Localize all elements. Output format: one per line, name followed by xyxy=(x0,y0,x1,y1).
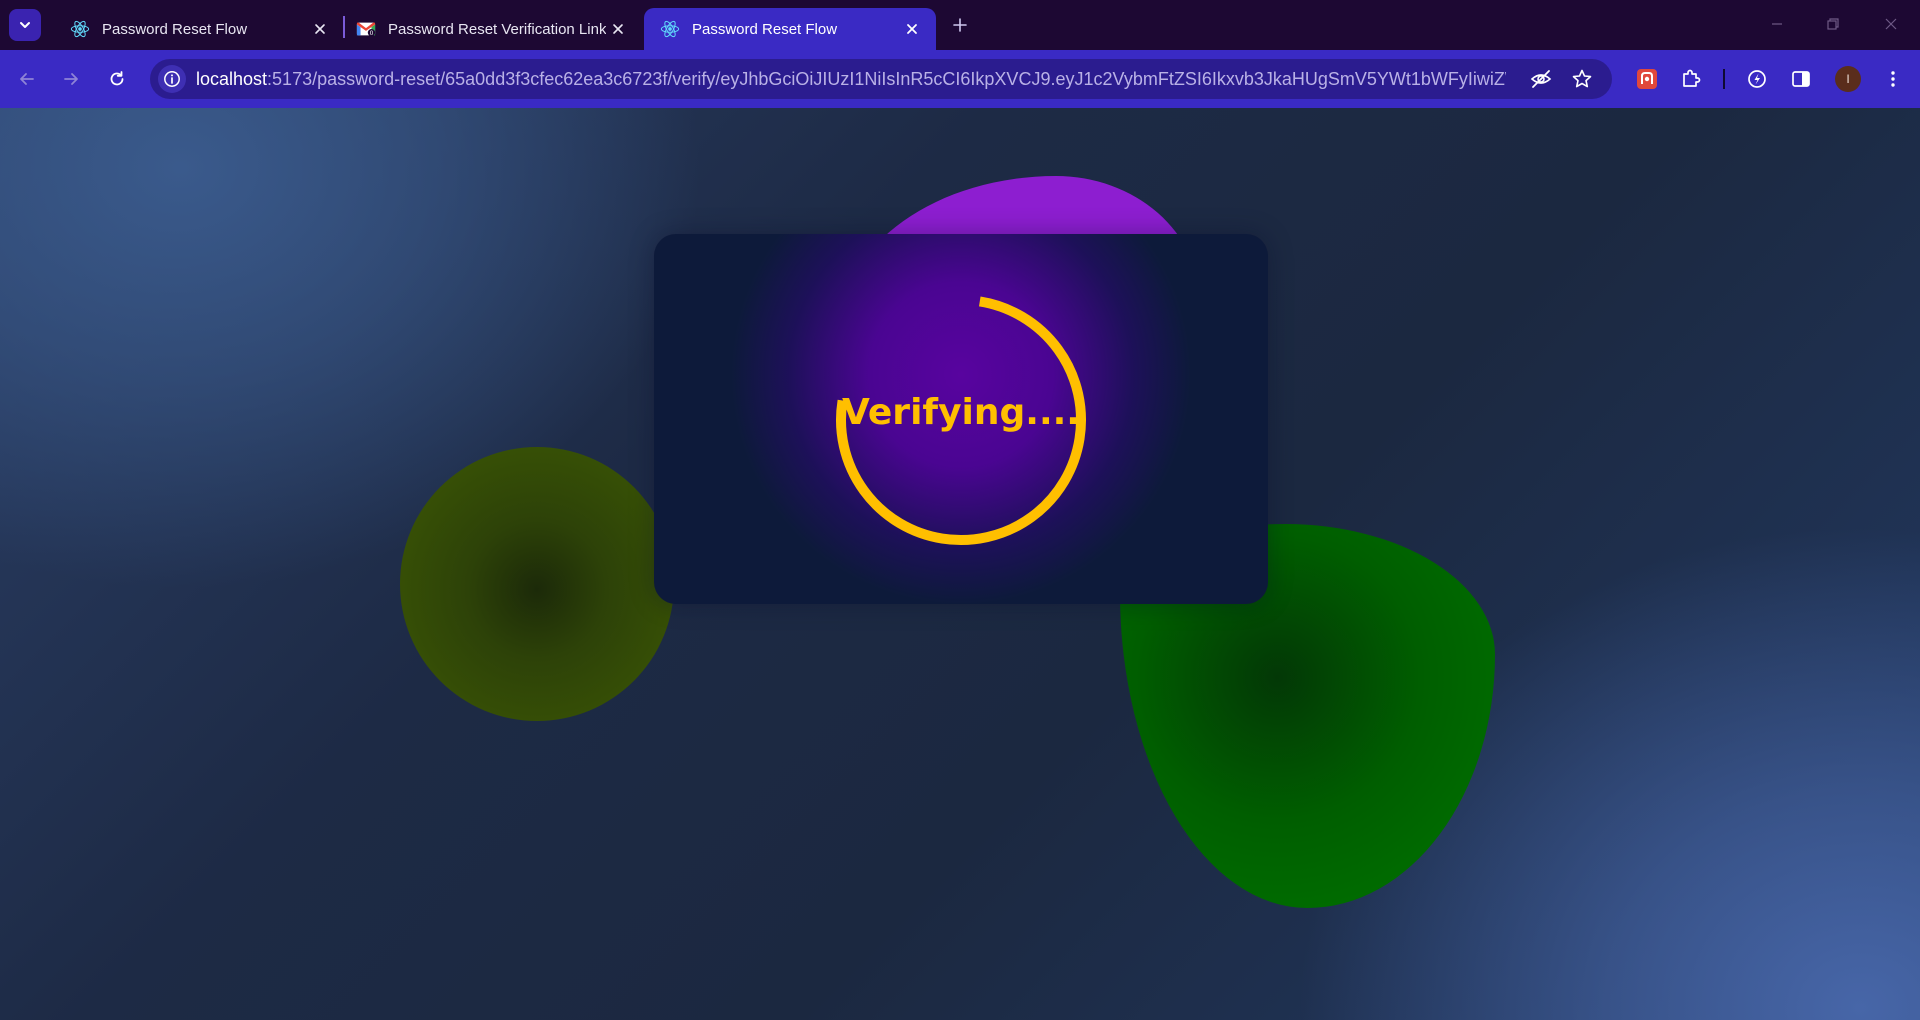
eye-off-icon xyxy=(1530,70,1552,88)
more-vertical-icon xyxy=(1891,71,1895,87)
page-viewport: Verifying.... xyxy=(0,108,1920,1020)
tab-title: Password Reset Flow xyxy=(692,20,838,38)
tab-title: Password Reset Verification Link xyxy=(388,20,606,38)
extension-logo-icon xyxy=(1637,69,1657,89)
arrow-right-icon xyxy=(64,73,78,85)
info-icon xyxy=(164,71,180,87)
puzzle-icon xyxy=(1683,69,1701,87)
side-panel-button[interactable] xyxy=(1785,63,1817,95)
forward-button[interactable] xyxy=(55,63,87,95)
browser-window: Password Reset Flow 0 Password Reset Ver… xyxy=(0,0,1920,1020)
gmail-icon: 0 xyxy=(356,19,376,39)
extensions-menu-button[interactable] xyxy=(1675,63,1707,95)
close-window-button[interactable] xyxy=(1868,6,1914,42)
new-tab-button[interactable] xyxy=(944,11,976,39)
close-icon xyxy=(315,24,325,34)
close-icon xyxy=(1885,18,1897,30)
back-button[interactable] xyxy=(11,63,43,95)
url-host: localhost xyxy=(196,69,268,89)
minimize-icon xyxy=(1772,23,1782,25)
tab-title: Password Reset Flow xyxy=(102,20,248,38)
close-icon xyxy=(907,24,917,34)
tab-search-button[interactable] xyxy=(9,9,41,41)
tab-close-button[interactable] xyxy=(900,17,924,41)
tab-password-reset-flow-1[interactable]: Password Reset Flow xyxy=(54,8,344,50)
star-icon xyxy=(1572,69,1592,88)
site-info-button[interactable] xyxy=(158,65,186,93)
arrow-left-icon xyxy=(20,73,34,85)
chevron-down-icon xyxy=(20,22,30,28)
browser-toolbar: localhost:5173/password-reset/65a0dd3f3c… xyxy=(0,50,1920,108)
react-logo-icon xyxy=(660,19,680,39)
tab-password-reset-flow-active[interactable]: Password Reset Flow xyxy=(644,8,936,50)
tracking-protection-button[interactable] xyxy=(1527,65,1555,93)
restore-icon xyxy=(1827,18,1839,30)
svg-text:0: 0 xyxy=(370,31,374,37)
reload-icon xyxy=(110,71,124,86)
bookmark-button[interactable] xyxy=(1568,65,1596,93)
address-bar[interactable]: localhost:5173/password-reset/65a0dd3f3c… xyxy=(150,59,1612,99)
tab-close-button[interactable] xyxy=(606,17,630,41)
url-path: :5173/password-reset/65a0dd3f3cfec62ea3c… xyxy=(267,69,1506,89)
url-text[interactable]: localhost:5173/password-reset/65a0dd3f3c… xyxy=(196,59,1506,99)
tab-gmail-verification[interactable]: 0 Password Reset Verification Link xyxy=(352,8,642,50)
browser-menu-button[interactable] xyxy=(1877,63,1909,95)
verifying-status-text: Verifying.... xyxy=(842,392,1080,433)
reload-button[interactable] xyxy=(101,63,133,95)
minimize-button[interactable] xyxy=(1754,6,1800,42)
verification-card: Verifying.... xyxy=(654,234,1268,604)
react-logo-icon xyxy=(70,19,90,39)
plus-icon xyxy=(953,18,967,32)
toolbar-separator xyxy=(1723,69,1725,89)
speedometer-icon xyxy=(1748,70,1766,88)
tab-strip: Password Reset Flow 0 Password Reset Ver… xyxy=(0,0,1920,50)
extension-button[interactable] xyxy=(1631,63,1663,95)
side-panel-icon xyxy=(1792,71,1810,87)
olive-decorative-circle xyxy=(400,447,674,721)
tab-divider xyxy=(343,16,345,38)
performance-button[interactable] xyxy=(1741,63,1773,95)
profile-avatar[interactable]: I xyxy=(1835,66,1861,92)
tab-close-button[interactable] xyxy=(308,17,332,41)
close-icon xyxy=(613,24,623,34)
restore-button[interactable] xyxy=(1810,6,1856,42)
